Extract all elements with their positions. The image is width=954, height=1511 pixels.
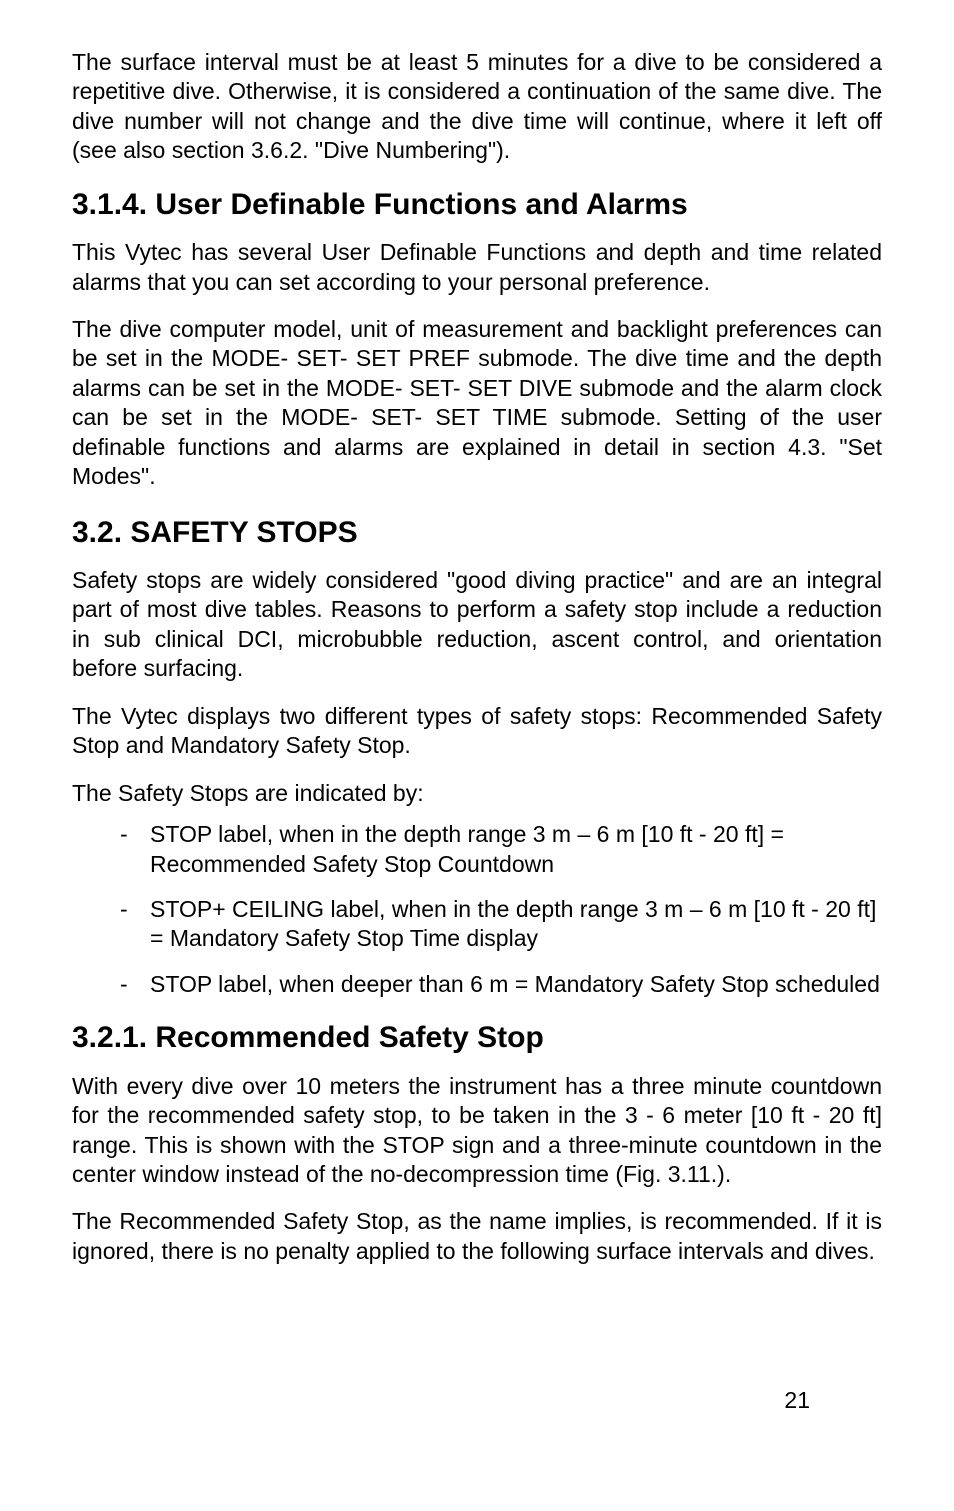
heading-3-2: 3.2. SAFETY STOPS xyxy=(72,514,882,552)
paragraph-3-2-1-b: The Recommended Safety Stop, as the name… xyxy=(72,1207,882,1266)
heading-3-1-4: 3.1.4. User Definable Functions and Alar… xyxy=(72,186,882,224)
paragraph-3-2-1-a: With every dive over 10 meters the instr… xyxy=(72,1072,882,1190)
safety-stops-list: STOP label, when in the depth range 3 m … xyxy=(72,820,882,999)
page-number: 21 xyxy=(784,1386,810,1415)
paragraph-3-2-c: The Safety Stops are indicated by: xyxy=(72,779,882,808)
list-item: STOP+ CEILING label, when in the depth r… xyxy=(120,895,882,954)
paragraph-3-2-a: Safety stops are widely considered "good… xyxy=(72,566,882,684)
list-item: STOP label, when deeper than 6 m = Manda… xyxy=(120,970,882,999)
paragraph-intro: The surface interval must be at least 5 … xyxy=(72,48,882,166)
paragraph-3-1-4-a: This Vytec has several User Definable Fu… xyxy=(72,238,882,297)
list-item: STOP label, when in the depth range 3 m … xyxy=(120,820,882,879)
paragraph-3-2-b: The Vytec displays two different types o… xyxy=(72,702,882,761)
page-container: The surface interval must be at least 5 … xyxy=(72,48,882,1463)
heading-3-2-1: 3.2.1. Recommended Safety Stop xyxy=(72,1019,882,1057)
paragraph-3-1-4-b: The dive computer model, unit of measure… xyxy=(72,315,882,492)
